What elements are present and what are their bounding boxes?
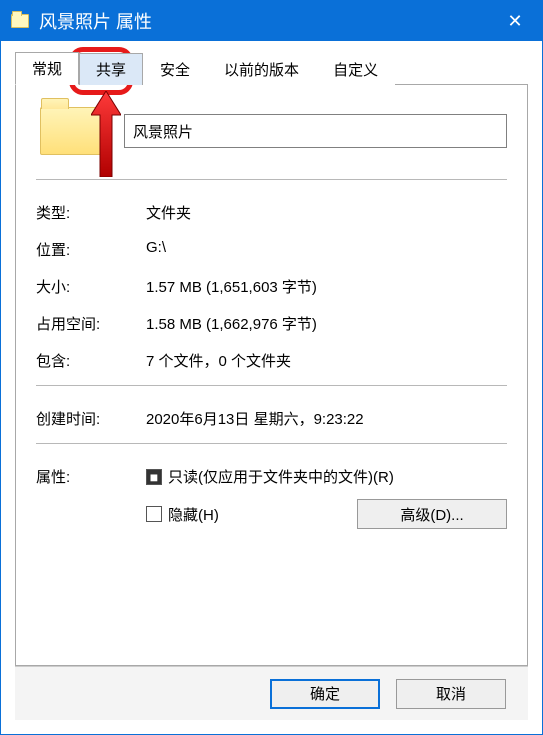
- value-created: 2020年6月13日 星期六，9:23:22: [146, 408, 507, 429]
- ok-button[interactable]: 确定: [270, 679, 380, 709]
- tab-panel-general: 类型: 文件夹 位置: G:\ 大小: 1.57 MB (1,651,603 字…: [15, 84, 528, 666]
- value-location: G:\: [146, 239, 507, 260]
- row-created: 创建时间: 2020年6月13日 星期六，9:23:22: [36, 400, 507, 437]
- properties-dialog: 风景照片 属性 ✕ 常规 共享 安全 以前的版本 自定义 类型: 文件夹 位置:…: [0, 0, 543, 735]
- row-contains: 包含: 7 个文件，0 个文件夹: [36, 342, 507, 379]
- window-title: 风景照片 属性: [39, 8, 492, 34]
- dialog-body: 常规 共享 安全 以前的版本 自定义 类型: 文件夹 位置: G:\ 大小: 1: [1, 41, 542, 734]
- readonly-label: 只读(仅应用于文件夹中的文件)(R): [168, 466, 394, 487]
- tab-sharing[interactable]: 共享: [79, 53, 143, 85]
- readonly-checkbox[interactable]: ■: [146, 469, 162, 485]
- separator: [36, 179, 507, 180]
- close-button[interactable]: ✕: [492, 1, 538, 41]
- label-created: 创建时间:: [36, 408, 146, 429]
- tab-general[interactable]: 常规: [15, 52, 79, 85]
- label-attributes: 属性:: [36, 466, 146, 529]
- folder-large-icon: [40, 107, 104, 155]
- cancel-button[interactable]: 取消: [396, 679, 506, 709]
- titlebar: 风景照片 属性 ✕: [1, 1, 542, 41]
- hidden-label: 隐藏(H): [168, 504, 219, 525]
- label-size-on-disk: 占用空间:: [36, 313, 146, 334]
- tab-strip: 常规 共享 安全 以前的版本 自定义: [15, 51, 528, 84]
- label-contains: 包含:: [36, 350, 146, 371]
- tab-security[interactable]: 安全: [143, 53, 207, 85]
- label-size: 大小:: [36, 276, 146, 297]
- row-size-on-disk: 占用空间: 1.58 MB (1,662,976 字节): [36, 305, 507, 342]
- value-contains: 7 个文件，0 个文件夹: [146, 350, 507, 371]
- value-size: 1.57 MB (1,651,603 字节): [146, 276, 507, 297]
- folder-icon: [11, 14, 29, 28]
- readonly-checkbox-row: ■ 只读(仅应用于文件夹中的文件)(R): [146, 466, 507, 487]
- separator: [36, 385, 507, 386]
- value-size-on-disk: 1.58 MB (1,662,976 字节): [146, 313, 507, 334]
- folder-name-input[interactable]: [124, 114, 507, 148]
- hidden-checkbox-row: 隐藏(H): [146, 504, 219, 525]
- attributes-group: 属性: ■ 只读(仅应用于文件夹中的文件)(R) 隐藏(H) 高级(D)...: [36, 458, 507, 537]
- row-size: 大小: 1.57 MB (1,651,603 字节): [36, 268, 507, 305]
- separator: [36, 443, 507, 444]
- tab-previous-versions[interactable]: 以前的版本: [207, 53, 316, 85]
- value-type: 文件夹: [146, 202, 507, 223]
- dialog-footer: 确定 取消: [15, 666, 528, 720]
- tab-customize[interactable]: 自定义: [316, 53, 395, 85]
- hidden-checkbox[interactable]: [146, 506, 162, 522]
- row-type: 类型: 文件夹: [36, 194, 507, 231]
- row-location: 位置: G:\: [36, 231, 507, 268]
- label-location: 位置:: [36, 239, 146, 260]
- label-type: 类型:: [36, 202, 146, 223]
- advanced-button[interactable]: 高级(D)...: [357, 499, 507, 529]
